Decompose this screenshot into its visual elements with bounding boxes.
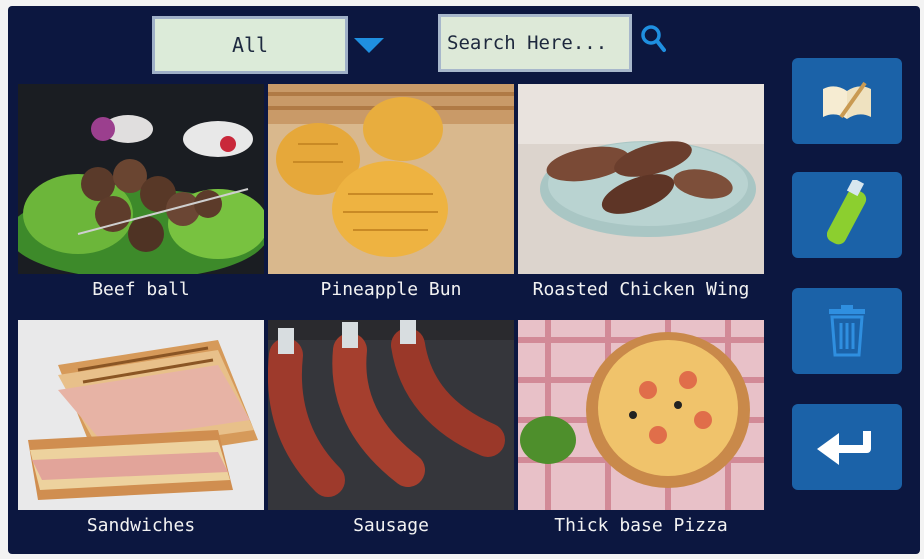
delete-button[interactable] [792, 288, 902, 374]
sandwiches-image [18, 320, 264, 510]
menu-grid: Beef ball Pineapple Bun Roasted Chicken … [18, 84, 768, 546]
search-icon[interactable] [640, 24, 666, 54]
menu-item-roasted-chicken-wing[interactable]: Roasted Chicken Wing [518, 84, 764, 310]
thick-base-pizza-image [518, 320, 764, 510]
chevron-down-icon[interactable] [354, 38, 384, 53]
book-icon [823, 81, 871, 119]
menu-item-label: Roasted Chicken Wing [532, 279, 750, 300]
app-screen: All Search Here... Beef ball Pineapple B… [8, 6, 920, 554]
usb-drive-icon [827, 180, 867, 245]
menu-item-label: Pineapple Bun [320, 279, 462, 300]
back-button[interactable] [792, 404, 902, 490]
menu-item-label: Beef ball [92, 279, 190, 300]
edit-button[interactable] [792, 58, 902, 144]
pineapple-bun-image [268, 84, 514, 274]
category-dropdown-value: All [231, 33, 269, 57]
menu-item-beef-ball[interactable]: Beef ball [18, 84, 264, 310]
menu-item-label: Sausage [353, 515, 429, 536]
beef-ball-image [18, 84, 264, 274]
menu-item-sandwiches[interactable]: Sandwiches [18, 320, 264, 546]
sausage-image [268, 320, 514, 510]
menu-item-sausage[interactable]: Sausage [268, 320, 514, 546]
menu-item-pineapple-bun[interactable]: Pineapple Bun [268, 84, 514, 310]
menu-item-thick-base-pizza[interactable]: Thick base Pizza [518, 320, 764, 546]
trash-icon [829, 305, 865, 357]
menu-item-label: Sandwiches [86, 515, 196, 536]
search-placeholder: Search Here... [447, 32, 608, 54]
back-arrow-icon [817, 431, 871, 465]
roasted-chicken-wing-image [518, 84, 764, 274]
menu-item-label: Thick base Pizza [554, 515, 728, 536]
usb-export-button[interactable] [792, 172, 902, 258]
search-input[interactable]: Search Here... [438, 14, 632, 72]
category-dropdown[interactable]: All [152, 16, 348, 74]
